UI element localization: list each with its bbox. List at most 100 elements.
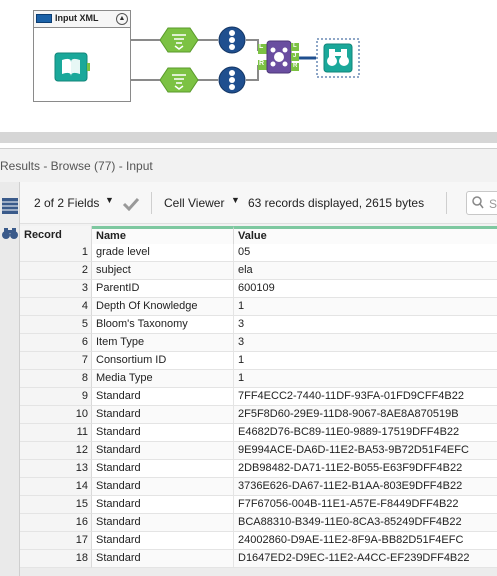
cell-viewer-dropdown[interactable]: Cell Viewer	[164, 196, 224, 210]
xml-parse-icon[interactable]	[160, 26, 200, 54]
name-cell[interactable]: Standard	[92, 442, 234, 460]
value-cell[interactable]: 1	[234, 298, 497, 316]
record-id-icon[interactable]	[218, 26, 246, 54]
name-cell[interactable]: Item Type	[92, 334, 234, 352]
table-row[interactable]: 13 Standard 2DB98482-DA71-11E2-B055-E63F9D…	[20, 460, 497, 478]
table-view-icon[interactable]	[1, 196, 19, 216]
name-cell[interactable]: Standard	[92, 496, 234, 514]
value-cell[interactable]: 05	[234, 244, 497, 262]
book-input-icon[interactable]	[54, 52, 90, 82]
record-cell[interactable]: 7	[20, 352, 92, 370]
name-cell[interactable]: Standard	[92, 460, 234, 478]
record-cell[interactable]: 2	[20, 262, 92, 280]
table-row[interactable]: 17 Standard 24002860-D9AE-11E2-8F9A-BB82D5…	[20, 532, 497, 550]
column-header-record[interactable]: Record	[20, 226, 92, 244]
record-cell[interactable]: 14	[20, 478, 92, 496]
record-cell[interactable]: 16	[20, 514, 92, 532]
table-row[interactable]: 10 Standard 2F5F8D60-29E9-11D8-9067-8AE8A8…	[20, 406, 497, 424]
table-row[interactable]: 6 Item Type 3	[20, 334, 497, 352]
record-cell[interactable]: 11	[20, 424, 92, 442]
value-cell[interactable]: F7F67056-004B-11E1-A57E-F8449DFF4B22	[234, 496, 497, 514]
table-row[interactable]: 1 grade level 05	[20, 244, 497, 262]
table-row[interactable]: 18 Standard D1647ED2-D9EC-11E2-A4CC-EF239D…	[20, 550, 497, 568]
value-cell[interactable]: 7FF4ECC2-7440-11DF-93FA-01FD9CFF4B22	[234, 388, 497, 406]
name-cell[interactable]: Standard	[92, 550, 234, 568]
name-cell[interactable]: grade level	[92, 244, 234, 262]
record-cell[interactable]: 18	[20, 550, 92, 568]
name-cell[interactable]: Standard	[92, 406, 234, 424]
name-cell[interactable]: subject	[92, 262, 234, 280]
record-cell[interactable]: 12	[20, 442, 92, 460]
table-row[interactable]: 3 ParentID 600109	[20, 280, 497, 298]
value-cell[interactable]: D1647ED2-D9EC-11E2-A4CC-EF239DFF4B22	[234, 550, 497, 568]
chevron-down-icon[interactable]: ▼	[231, 195, 240, 205]
value-cell[interactable]: BCA88310-B349-11E0-8CA3-85249DFF4B22	[234, 514, 497, 532]
value-cell[interactable]: ela	[234, 262, 497, 280]
table-row[interactable]: 8 Media Type 1	[20, 370, 497, 388]
record-cell[interactable]: 8	[20, 370, 92, 388]
binoculars-icon[interactable]	[1, 226, 19, 240]
record-cell[interactable]: 6	[20, 334, 92, 352]
name-cell[interactable]: Standard	[92, 478, 234, 496]
value-cell[interactable]: 600109	[234, 280, 497, 298]
results-panel: 2 of 2 Fields ▼ Cell Viewer ▼ 63 records…	[0, 182, 497, 576]
search-input[interactable]: Se	[466, 191, 497, 215]
column-header-value[interactable]: Value	[234, 226, 497, 244]
join-out-left-label: L	[293, 43, 297, 49]
record-cell[interactable]: 1	[20, 244, 92, 262]
chevron-down-icon[interactable]: ▼	[105, 195, 114, 205]
splitter-bar[interactable]	[0, 132, 497, 143]
container-header[interactable]: Input XML ▲	[34, 11, 130, 28]
name-cell[interactable]: Standard	[92, 514, 234, 532]
workflow-canvas[interactable]: Input XML ▲ L R L J R	[0, 0, 497, 125]
table-row[interactable]: 9 Standard 7FF4ECC2-7440-11DF-93FA-01FD9CF…	[20, 388, 497, 406]
results-title-bar: Results - Browse (77) - Input	[0, 148, 497, 182]
xml-parse-icon[interactable]	[160, 66, 200, 94]
record-cell[interactable]: 13	[20, 460, 92, 478]
record-cell[interactable]: 10	[20, 406, 92, 424]
results-side-strip	[0, 182, 20, 576]
record-cell[interactable]: 15	[20, 496, 92, 514]
value-cell[interactable]: 1	[234, 352, 497, 370]
collapse-icon[interactable]: ▲	[116, 13, 128, 25]
table-row[interactable]: 7 Consortium ID 1	[20, 352, 497, 370]
column-header-name[interactable]: Name	[92, 226, 234, 244]
horizontal-scrollbar[interactable]	[20, 568, 497, 576]
value-cell[interactable]: 9E994ACE-DA6D-11E2-BA53-9B72D51F4EFC	[234, 442, 497, 460]
record-cell[interactable]: 5	[20, 316, 92, 334]
table-row[interactable]: 5 Bloom's Taxonomy 3	[20, 316, 497, 334]
value-cell[interactable]: 1	[234, 370, 497, 388]
record-cell[interactable]: 4	[20, 298, 92, 316]
name-cell[interactable]: Consortium ID	[92, 352, 234, 370]
table-row[interactable]: 16 Standard BCA88310-B349-11E0-8CA3-85249D…	[20, 514, 497, 532]
table-row[interactable]: 15 Standard F7F67056-004B-11E1-A57E-F8449D…	[20, 496, 497, 514]
name-cell[interactable]: Standard	[92, 388, 234, 406]
record-cell[interactable]: 17	[20, 532, 92, 550]
table-row[interactable]: 2 subject ela	[20, 262, 497, 280]
browse-binoculars-icon[interactable]	[316, 38, 360, 78]
name-cell[interactable]: Depth Of Knowledge	[92, 298, 234, 316]
fields-selector[interactable]: 2 of 2 Fields	[34, 196, 99, 210]
check-icon[interactable]	[122, 197, 140, 211]
value-cell[interactable]: 3	[234, 316, 497, 334]
value-cell[interactable]: E4682D76-BC89-11E0-9889-17519DFF4B22	[234, 424, 497, 442]
value-cell[interactable]: 3	[234, 334, 497, 352]
table-row[interactable]: 11 Standard E4682D76-BC89-11E0-9889-17519D…	[20, 424, 497, 442]
name-cell[interactable]: ParentID	[92, 280, 234, 298]
name-cell[interactable]: Standard	[92, 424, 234, 442]
table-row[interactable]: 4 Depth Of Knowledge 1	[20, 298, 497, 316]
record-cell[interactable]: 3	[20, 280, 92, 298]
record-id-icon[interactable]	[218, 66, 246, 94]
value-cell[interactable]: 2DB98482-DA71-11E2-B055-E63F9DFF4B22	[234, 460, 497, 478]
record-cell[interactable]: 9	[20, 388, 92, 406]
table-row[interactable]: 12 Standard 9E994ACE-DA6D-11E2-BA53-9B72D5…	[20, 442, 497, 460]
join-left-anchor-label: L	[259, 43, 264, 50]
table-row[interactable]: 14 Standard 3736E626-DA67-11E2-B1AA-803E9D…	[20, 478, 497, 496]
name-cell[interactable]: Media Type	[92, 370, 234, 388]
results-grid[interactable]: Record Name Value 1 grade level 05 2 subject…	[20, 226, 497, 576]
name-cell[interactable]: Bloom's Taxonomy	[92, 316, 234, 334]
name-cell[interactable]: Standard	[92, 532, 234, 550]
value-cell[interactable]: 3736E626-DA67-11E2-B1AA-803E9DFF4B22	[234, 478, 497, 496]
value-cell[interactable]: 2F5F8D60-29E9-11D8-9067-8AE8A870519B	[234, 406, 497, 424]
value-cell[interactable]: 24002860-D9AE-11E2-8F9A-BB82D51F4EFC	[234, 532, 497, 550]
